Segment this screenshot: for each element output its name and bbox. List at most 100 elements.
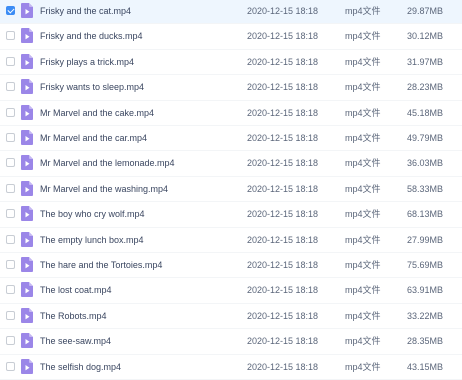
row-checkbox[interactable] bbox=[6, 158, 15, 168]
file-size: 33.22MB bbox=[407, 310, 444, 321]
video-file-icon bbox=[21, 282, 33, 298]
file-size: 30.12MB bbox=[407, 31, 444, 42]
file-name[interactable]: Frisky wants to sleep.mp4 bbox=[40, 75, 144, 100]
file-row[interactable]: The Robots.mp4 2020-12-15 18:18 mp4文件 33.22… bbox=[0, 304, 462, 330]
file-name[interactable]: Mr Marvel and the washing.mp4 bbox=[40, 177, 168, 202]
file-row[interactable]: Frisky and the ducks.mp4 2020-12-15 18:18… bbox=[0, 24, 462, 50]
row-checkbox[interactable] bbox=[6, 361, 15, 371]
file-row[interactable]: Frisky and the cat.mp4 2020-12-15 18:18 mp… bbox=[0, 0, 462, 25]
video-file-icon bbox=[21, 206, 33, 222]
file-row[interactable]: Mr Marvel and the car.mp4 2020-12-15 18:1… bbox=[0, 126, 462, 152]
file-row[interactable]: Mr Marvel and the washing.mp4 2020-12-15 … bbox=[0, 177, 462, 203]
file-row[interactable]: Frisky wants to sleep.mp4 2020-12-15 18:1… bbox=[0, 75, 462, 101]
file-type: mp4文件 bbox=[345, 133, 381, 143]
file-size: 45.18MB bbox=[407, 107, 444, 118]
file-size: 75.69MB bbox=[407, 260, 444, 270]
file-name[interactable]: The selfish dog.mp4 bbox=[40, 355, 121, 380]
file-size: 49.79MB bbox=[407, 133, 444, 143]
file-name[interactable]: Frisky and the cat.mp4 bbox=[40, 0, 131, 24]
modified-date: 2020-12-15 18:18 bbox=[247, 31, 319, 42]
file-row[interactable]: The hare and the Tortoies.mp4 2020-12-15 … bbox=[0, 253, 462, 279]
modified-date: 2020-12-15 18:18 bbox=[247, 56, 319, 67]
file-row[interactable]: Mr Marvel and the cake.mp4 2020-12-15 18:… bbox=[0, 101, 462, 126]
row-checkbox[interactable] bbox=[6, 183, 15, 193]
file-type: mp4文件 bbox=[345, 107, 381, 118]
row-checkbox[interactable] bbox=[6, 260, 15, 269]
video-file-icon bbox=[21, 130, 33, 145]
file-size: 43.15MB bbox=[407, 361, 444, 372]
row-checkbox[interactable] bbox=[6, 133, 15, 142]
file-name[interactable]: Mr Marvel and the lemonade.mp4 bbox=[40, 151, 175, 176]
modified-date: 2020-12-15 18:18 bbox=[247, 361, 319, 372]
modified-date: 2020-12-15 18:18 bbox=[247, 82, 319, 93]
file-size: 28.23MB bbox=[407, 82, 444, 93]
video-file-icon bbox=[21, 28, 33, 44]
modified-date: 2020-12-15 18:18 bbox=[247, 107, 319, 118]
file-row[interactable]: The selfish dog.mp4 2020-12-15 18:18 mp4文件… bbox=[0, 355, 462, 380]
row-checkbox[interactable] bbox=[6, 6, 15, 15]
modified-date: 2020-12-15 18:18 bbox=[247, 260, 319, 270]
file-row[interactable]: Mr Marvel and the lemonade.mp4 2020-12-15… bbox=[0, 151, 462, 177]
modified-date: 2020-12-15 18:18 bbox=[247, 158, 319, 169]
modified-date: 2020-12-15 18:18 bbox=[247, 6, 319, 16]
file-name[interactable]: Mr Marvel and the cake.mp4 bbox=[40, 101, 154, 126]
modified-date: 2020-12-15 18:18 bbox=[247, 310, 319, 321]
file-type: mp4文件 bbox=[345, 336, 381, 347]
file-row[interactable]: The see-saw.mp4 2020-12-15 18:18 mp4文件 28.3… bbox=[0, 329, 462, 355]
row-checkbox[interactable] bbox=[6, 31, 15, 41]
row-checkbox[interactable] bbox=[6, 336, 15, 346]
modified-date: 2020-12-15 18:18 bbox=[247, 133, 319, 143]
file-type: mp4文件 bbox=[345, 6, 381, 16]
video-file-icon bbox=[21, 104, 33, 120]
file-name[interactable]: The empty lunch box.mp4 bbox=[40, 228, 144, 253]
file-type: mp4文件 bbox=[345, 183, 381, 194]
file-name[interactable]: The boy who cry wolf.mp4 bbox=[40, 202, 145, 227]
file-row[interactable]: Frisky plays a trick.mp4 2020-12-15 18:18… bbox=[0, 50, 462, 76]
file-type: mp4文件 bbox=[345, 31, 381, 42]
video-file-icon bbox=[21, 231, 33, 247]
file-row[interactable]: The boy who cry wolf.mp4 2020-12-15 18:18… bbox=[0, 202, 462, 228]
file-type: mp4文件 bbox=[345, 260, 381, 270]
file-size: 29.87MB bbox=[407, 6, 444, 16]
video-file-icon bbox=[21, 79, 33, 95]
file-name[interactable]: The see-saw.mp4 bbox=[40, 329, 111, 354]
video-file-icon bbox=[21, 257, 33, 272]
file-type: mp4文件 bbox=[345, 310, 381, 321]
file-name[interactable]: Frisky plays a trick.mp4 bbox=[40, 50, 134, 75]
row-checkbox[interactable] bbox=[6, 209, 15, 219]
file-type: mp4文件 bbox=[345, 361, 381, 372]
file-size: 31.97MB bbox=[407, 56, 444, 67]
file-type: mp4文件 bbox=[345, 158, 381, 169]
modified-date: 2020-12-15 18:18 bbox=[247, 234, 319, 245]
video-file-icon bbox=[21, 53, 33, 69]
row-checkbox[interactable] bbox=[6, 82, 15, 92]
file-name[interactable]: The hare and the Tortoies.mp4 bbox=[40, 253, 162, 278]
row-checkbox[interactable] bbox=[6, 285, 15, 295]
file-size: 63.91MB bbox=[407, 285, 444, 296]
file-row[interactable]: The empty lunch box.mp4 2020-12-15 18:18 m… bbox=[0, 228, 462, 253]
row-checkbox[interactable] bbox=[6, 310, 15, 320]
row-checkbox[interactable] bbox=[6, 234, 15, 244]
modified-date: 2020-12-15 18:18 bbox=[247, 336, 319, 347]
video-file-icon bbox=[21, 3, 33, 18]
file-type: mp4文件 bbox=[345, 209, 381, 220]
file-type: mp4文件 bbox=[345, 82, 381, 93]
file-type: mp4文件 bbox=[345, 56, 381, 67]
row-checkbox[interactable] bbox=[6, 56, 15, 66]
video-file-icon bbox=[21, 307, 33, 323]
file-name[interactable]: Frisky and the ducks.mp4 bbox=[40, 24, 143, 49]
video-file-icon bbox=[21, 333, 33, 349]
row-checkbox[interactable] bbox=[6, 107, 15, 117]
file-list: Frisky and the cat.mp4 2020-12-15 18:18 mp… bbox=[0, 0, 462, 380]
file-name[interactable]: The lost coat.mp4 bbox=[40, 278, 112, 303]
file-name[interactable]: The Robots.mp4 bbox=[40, 304, 107, 329]
modified-date: 2020-12-15 18:18 bbox=[247, 209, 319, 220]
file-row[interactable]: The lost coat.mp4 2020-12-15 18:18 mp4文件 63… bbox=[0, 278, 462, 304]
file-name[interactable]: Mr Marvel and the car.mp4 bbox=[40, 126, 147, 151]
modified-date: 2020-12-15 18:18 bbox=[247, 183, 319, 194]
file-size: 68.13MB bbox=[407, 209, 444, 220]
file-size: 58.33MB bbox=[407, 183, 444, 194]
video-file-icon bbox=[21, 180, 33, 196]
file-size: 36.03MB bbox=[407, 158, 444, 169]
file-type: mp4文件 bbox=[345, 285, 381, 296]
